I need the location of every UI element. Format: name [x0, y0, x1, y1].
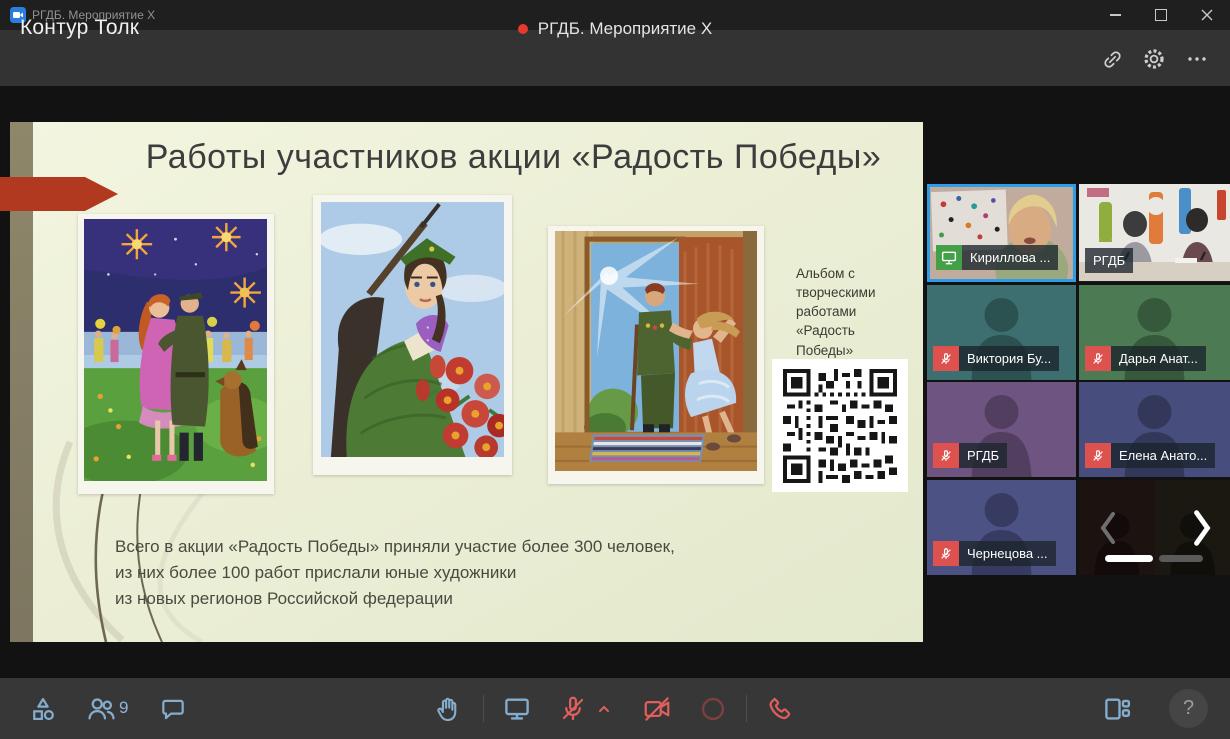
help-button[interactable]: ?: [1169, 689, 1208, 728]
participant-name: Чернецова ...: [959, 541, 1056, 566]
mic-options-button[interactable]: [592, 692, 616, 726]
qr-code: [772, 359, 908, 492]
footer-line-2: из них более 100 работ прислали юные худ…: [115, 560, 675, 586]
participant-name: Елена Анато...: [1111, 443, 1215, 468]
leave-call-button[interactable]: [764, 692, 798, 726]
participant-tile-viktoria[interactable]: Виктория Бу...: [927, 285, 1076, 380]
screen-share-button[interactable]: [500, 692, 534, 726]
microphone-muted-button[interactable]: [556, 692, 590, 726]
more-options-button[interactable]: [1183, 45, 1211, 73]
next-page-button[interactable]: [1187, 506, 1217, 550]
meeting-title: РГДБ. Мероприятие X: [538, 19, 712, 39]
chat-button[interactable]: [156, 692, 190, 726]
apps-button[interactable]: [26, 692, 60, 726]
camera-off-icon: [642, 694, 672, 724]
layout-icon: [1102, 694, 1132, 724]
page-indicator-next: [1159, 555, 1203, 562]
recording-dot-icon: [518, 24, 528, 34]
shapes-icon: [29, 695, 57, 723]
screen-share-badge-icon: [936, 245, 962, 270]
qr-code-image: [783, 369, 897, 483]
prev-page-button[interactable]: [1093, 506, 1123, 550]
settings-button[interactable]: [1140, 45, 1168, 73]
help-label: ?: [1183, 697, 1194, 720]
painting-couple-dancing: [78, 214, 274, 494]
meeting-title-bar: РГДБ. Мероприятие X: [0, 19, 1230, 39]
qr-caption: Альбом с творческими работами «Радость П…: [796, 264, 908, 360]
mic-off-icon: [558, 694, 588, 724]
participant-tile-rgdb-video[interactable]: РГДБ: [1079, 184, 1230, 282]
layout-button[interactable]: [1100, 692, 1134, 726]
chevron-right-icon: [1190, 508, 1214, 548]
participant-name: РГДБ: [1085, 248, 1133, 273]
phone-hangup-icon: [766, 694, 796, 724]
slide-footer-text: Всего в акции «Радость Победы» приняли у…: [115, 534, 675, 611]
link-icon: [1101, 48, 1124, 71]
painting-woman-with-flowers: [313, 195, 512, 475]
gear-icon: [1142, 47, 1166, 71]
tile-pagination-area: [1079, 480, 1230, 575]
participant-count: 9: [119, 698, 128, 718]
toolbar-separator: [746, 695, 747, 722]
people-icon: [86, 694, 116, 724]
footer-line-3: из новых регионов Российской федерации: [115, 586, 675, 612]
toolbar-separator: [483, 695, 484, 722]
chevron-up-icon: [597, 702, 611, 716]
mic-muted-icon: [933, 346, 959, 371]
footer-line-1: Всего в акции «Радость Победы» приняли у…: [115, 534, 675, 560]
slide-title: Работы участников акции «Радость Победы»: [110, 138, 917, 177]
participant-tile-kirillova[interactable]: Кириллова ...: [927, 184, 1076, 282]
record-icon: [699, 695, 727, 723]
ellipsis-icon: [1185, 47, 1209, 71]
mic-muted-icon: [1085, 346, 1111, 371]
participant-name: Дарья Анат...: [1111, 346, 1206, 371]
painting-homecoming: [548, 226, 764, 484]
participant-name: РГДБ: [959, 443, 1007, 468]
participant-tile-elena[interactable]: Елена Анато...: [1079, 382, 1230, 477]
raise-hand-icon: [433, 694, 463, 724]
mic-muted-icon: [933, 541, 959, 566]
participants-button[interactable]: [84, 692, 118, 726]
chevron-left-icon: [1097, 510, 1119, 546]
participant-name: Виктория Бу...: [959, 346, 1059, 371]
participant-name: Кириллова ...: [962, 245, 1058, 270]
page-indicator-current: [1105, 555, 1153, 562]
screen-share-icon: [502, 694, 532, 724]
mic-muted-icon: [1085, 443, 1111, 468]
participant-tile-darya[interactable]: Дарья Анат...: [1079, 285, 1230, 380]
chat-icon: [159, 695, 187, 723]
camera-off-button[interactable]: [640, 692, 674, 726]
participant-tile-chernetsova[interactable]: Чернецова ...: [927, 480, 1076, 575]
mic-muted-icon: [933, 443, 959, 468]
raise-hand-button[interactable]: [431, 692, 465, 726]
minimize-icon: [1110, 14, 1121, 16]
shared-screen-slide: Работы участников акции «Радость Победы»: [10, 122, 923, 642]
copy-link-button[interactable]: [1098, 45, 1126, 73]
participant-tile-rgdb-avatar[interactable]: РГДБ: [927, 382, 1076, 477]
record-button[interactable]: [696, 692, 730, 726]
